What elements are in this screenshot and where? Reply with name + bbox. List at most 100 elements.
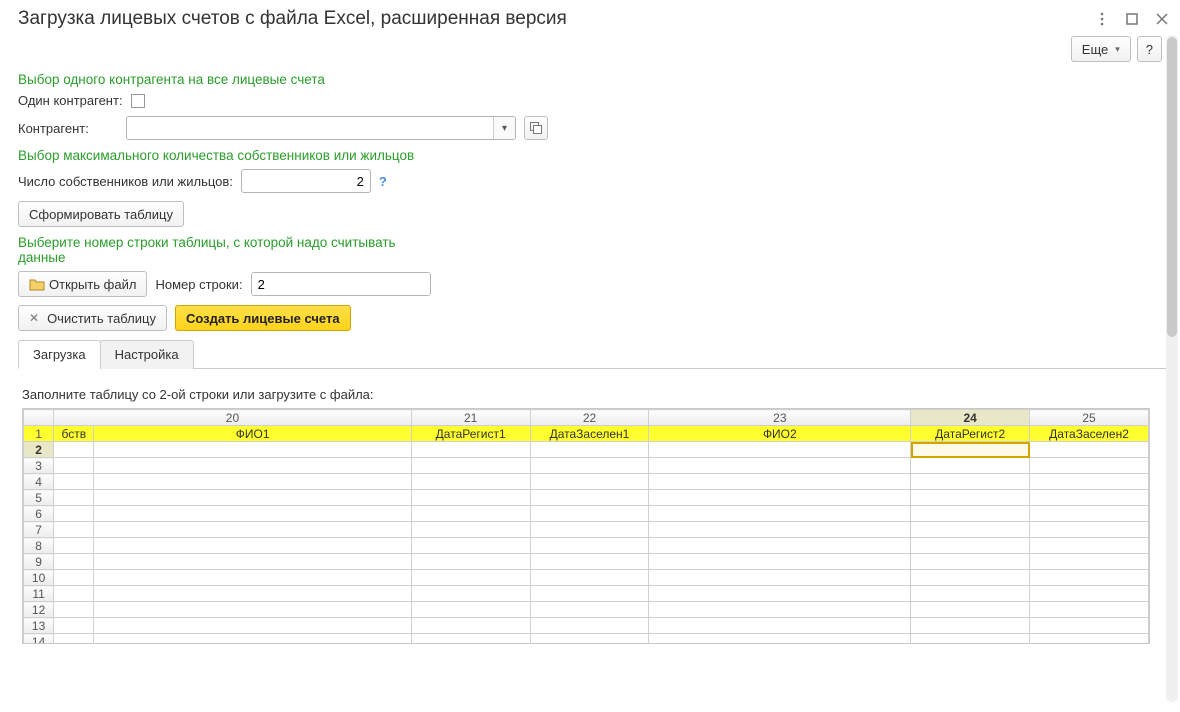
scrollbar-thumb[interactable] [1167,37,1177,337]
grid-cell[interactable] [1030,618,1149,634]
form-table-button[interactable]: Сформировать таблицу [18,201,184,227]
grid-cell[interactable] [911,442,1030,458]
column-header[interactable]: 25 [1030,410,1149,426]
grid-cell[interactable] [1030,634,1149,645]
clear-table-button[interactable]: ✕ Очистить таблицу [18,305,167,331]
grid-cell[interactable] [94,490,411,506]
grid-cell[interactable] [411,618,530,634]
grid-cell[interactable] [1030,554,1149,570]
column-header[interactable]: 24 [911,410,1030,426]
grid-cell[interactable] [649,442,911,458]
tab-settings[interactable]: Настройка [100,340,194,369]
grid-cell[interactable] [1030,586,1149,602]
grid-cell[interactable] [649,522,911,538]
header-cell[interactable]: ФИО1 [94,426,411,442]
row-number[interactable]: 11 [24,586,54,602]
grid-cell[interactable] [1030,522,1149,538]
grid-cell[interactable] [530,634,649,645]
grid-cell[interactable] [54,602,94,618]
maximize-icon[interactable] [1124,11,1140,27]
contragent-input[interactable] [127,117,493,139]
grid-cell[interactable] [94,618,411,634]
help-button[interactable]: ? [1137,36,1162,62]
row-number[interactable]: 8 [24,538,54,554]
column-header[interactable]: 23 [649,410,911,426]
grid-cell[interactable] [911,634,1030,645]
scrollbar-vertical[interactable] [1166,35,1178,702]
grid-cell[interactable] [911,618,1030,634]
row-number[interactable]: 12 [24,602,54,618]
grid-cell[interactable] [411,442,530,458]
grid-cell[interactable] [530,474,649,490]
grid-cell[interactable] [411,554,530,570]
header-cell[interactable]: ДатаЗаселен1 [530,426,649,442]
grid-cell[interactable] [54,506,94,522]
grid-cell[interactable] [411,634,530,645]
column-header[interactable]: 22 [530,410,649,426]
grid-cell[interactable] [411,602,530,618]
grid-cell[interactable] [649,474,911,490]
header-cell[interactable]: ДатаРегист2 [911,426,1030,442]
row-number[interactable]: 14 [24,634,54,645]
close-icon[interactable] [1154,11,1170,27]
grid-cell[interactable] [94,522,411,538]
grid-cell[interactable] [94,602,411,618]
grid-cell[interactable] [911,490,1030,506]
grid-cell[interactable] [411,538,530,554]
grid-cell[interactable] [94,634,411,645]
grid-cell[interactable] [1030,490,1149,506]
grid-cell[interactable] [54,586,94,602]
help-icon[interactable]: ? [379,174,387,189]
grid-cell[interactable] [54,618,94,634]
grid-cell[interactable] [1030,538,1149,554]
row-number[interactable]: 2 [24,442,54,458]
grid-cell[interactable] [649,618,911,634]
row-number[interactable]: 9 [24,554,54,570]
grid-cell[interactable] [530,522,649,538]
kebab-icon[interactable] [1094,11,1110,27]
grid-cell[interactable] [911,586,1030,602]
grid-cell[interactable] [411,490,530,506]
grid-cell[interactable] [530,586,649,602]
create-accounts-button[interactable]: Создать лицевые счета [175,305,351,331]
row-number[interactable]: 7 [24,522,54,538]
row-number[interactable]: 4 [24,474,54,490]
grid-cell[interactable] [649,506,911,522]
header-cell[interactable]: ФИО2 [649,426,911,442]
single-contragent-checkbox[interactable] [131,94,145,108]
grid-cell[interactable] [649,570,911,586]
grid-cell[interactable] [411,474,530,490]
grid-cell[interactable] [94,570,411,586]
chevron-down-icon[interactable]: ▾ [493,117,515,139]
grid-cell[interactable] [94,586,411,602]
row-number[interactable]: 13 [24,618,54,634]
grid-cell[interactable] [530,618,649,634]
header-cell[interactable]: ДатаЗаселен2 [1030,426,1149,442]
grid-cell[interactable] [649,458,911,474]
grid-cell[interactable] [530,570,649,586]
grid-cell[interactable] [411,586,530,602]
row-number[interactable]: 10 [24,570,54,586]
grid-cell[interactable] [911,538,1030,554]
grid-cell[interactable] [1030,570,1149,586]
count-input[interactable] [241,169,371,193]
grid-cell[interactable] [54,634,94,645]
grid-cell[interactable] [649,586,911,602]
grid-cell[interactable] [911,554,1030,570]
grid-cell[interactable] [54,538,94,554]
grid-cell[interactable] [94,554,411,570]
grid-cell[interactable] [94,442,411,458]
grid-cell[interactable] [94,538,411,554]
tab-load[interactable]: Загрузка [18,340,101,369]
header-cell[interactable]: бств [54,426,94,442]
grid-cell[interactable] [1030,442,1149,458]
grid-cell[interactable] [1030,474,1149,490]
grid-cell[interactable] [94,474,411,490]
row-number[interactable]: 6 [24,506,54,522]
header-cell[interactable]: ДатаРегист1 [411,426,530,442]
grid-cell[interactable] [649,602,911,618]
grid-cell[interactable] [911,458,1030,474]
contragent-combo[interactable]: ▾ [126,116,516,140]
grid-cell[interactable] [1030,506,1149,522]
grid-cell[interactable] [649,490,911,506]
